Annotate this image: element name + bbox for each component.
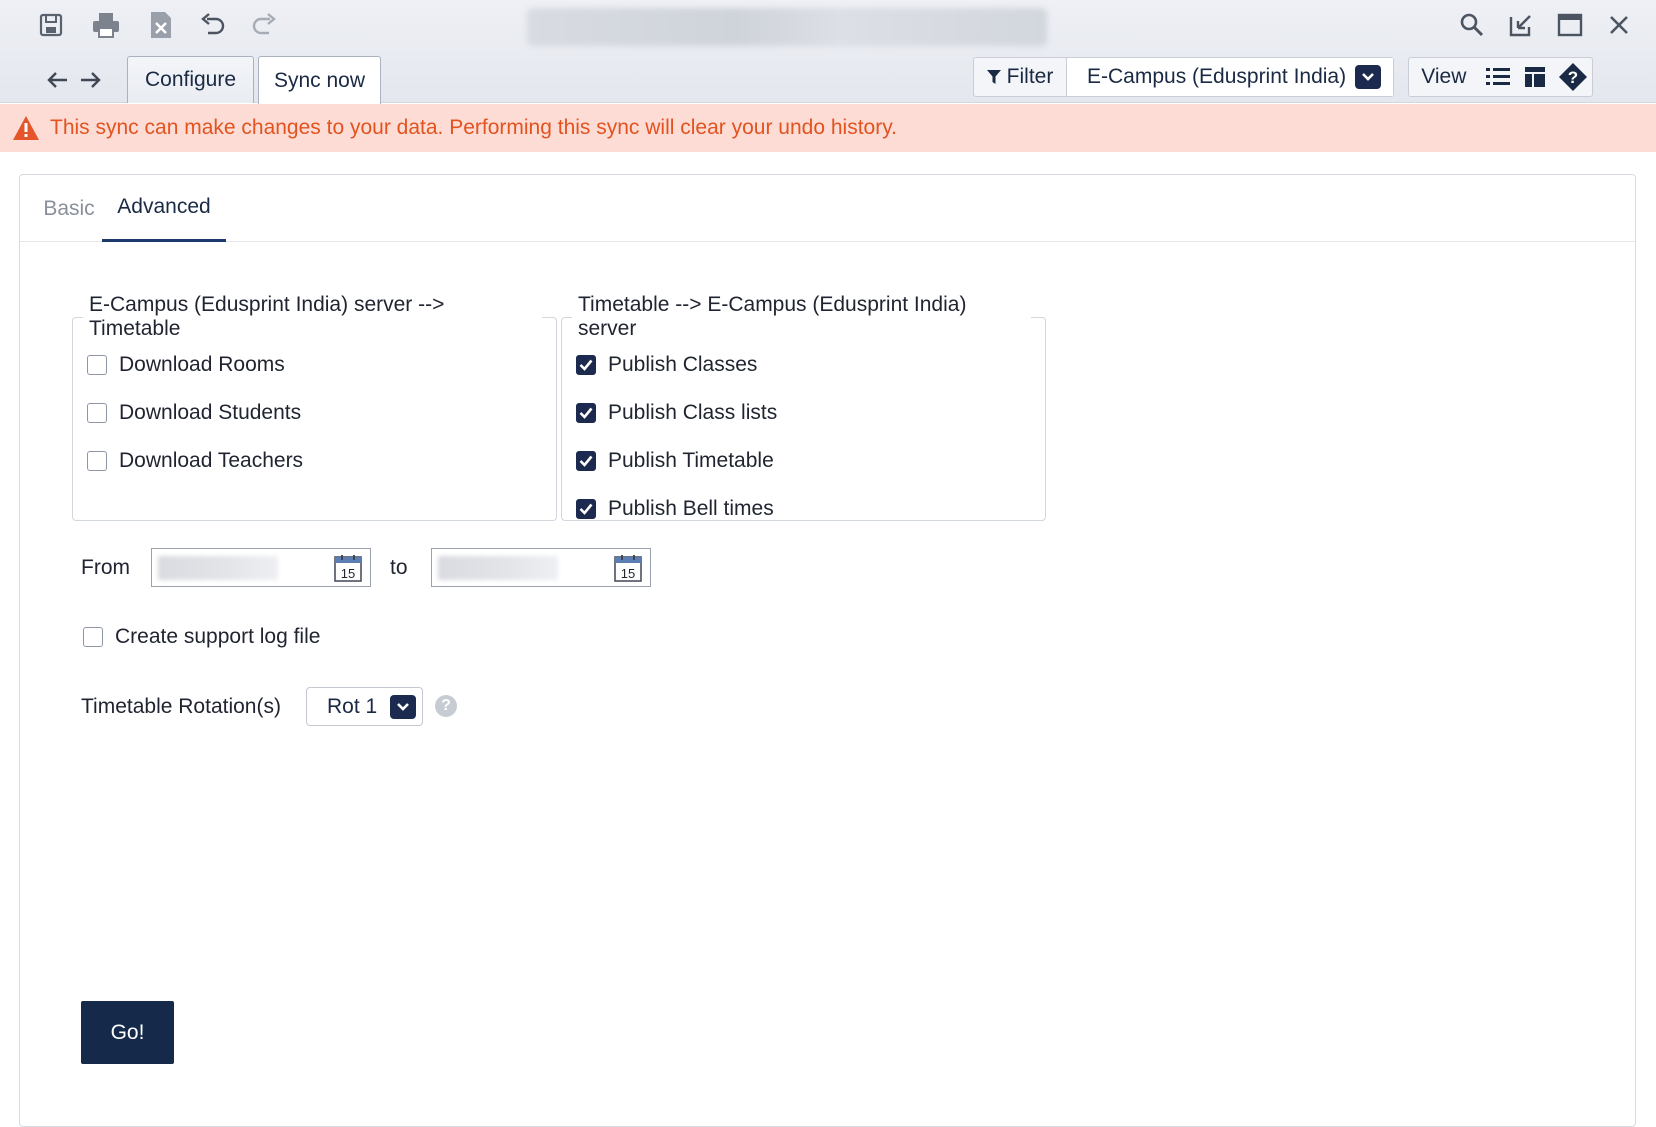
question-circle-icon[interactable]: ? (435, 695, 457, 717)
publish-class-lists-row[interactable]: Publish Class lists (576, 389, 1031, 437)
view-group: View ? (1408, 57, 1593, 97)
filter-button[interactable]: Filter (974, 58, 1067, 96)
layout-view-icon[interactable] (1516, 58, 1554, 96)
close-icon[interactable] (1599, 8, 1639, 42)
support-log-row[interactable]: Create support log file (83, 613, 320, 661)
publish-group: Timetable --> E-Campus (Edusprint India)… (561, 293, 1046, 521)
download-students-row[interactable]: Download Students (87, 389, 542, 437)
download-rooms-label: Download Rooms (119, 353, 285, 376)
undo-icon[interactable] (193, 8, 233, 42)
calendar-icon[interactable]: 15 (614, 554, 642, 582)
publish-class-lists-checkbox[interactable] (576, 403, 596, 423)
support-log-checkbox[interactable] (83, 627, 103, 647)
list-view-icon[interactable] (1479, 58, 1517, 96)
search-icon[interactable] (1452, 8, 1492, 42)
filter-group: Filter E-Campus (Edusprint India) (973, 57, 1394, 97)
download-group: E-Campus (Edusprint India) server --> Ti… (72, 293, 557, 521)
rotation-dropdown[interactable]: Rot 1 (306, 687, 423, 726)
help-icon[interactable]: ? (1554, 58, 1592, 96)
download-teachers-label: Download Teachers (119, 449, 304, 472)
calendar-day-text: 15 (621, 566, 635, 581)
calendar-icon[interactable]: 15 (334, 554, 362, 582)
from-label: From (81, 556, 130, 579)
tab-configure[interactable]: Configure (127, 56, 254, 103)
save-icon[interactable] (31, 8, 71, 42)
arrow-right-icon[interactable] (75, 66, 107, 94)
print-icon[interactable] (86, 8, 126, 42)
popout-icon[interactable] (1501, 8, 1541, 42)
publish-bell-times-label: Publish Bell times (608, 497, 774, 520)
svg-text:?: ? (1568, 68, 1578, 87)
app-toolbar: Configure Sync now Filter E-Campus (Edus… (0, 0, 1656, 104)
from-date-value (158, 556, 278, 580)
publish-timetable-checkbox[interactable] (576, 451, 596, 471)
publish-timetable-label: Publish Timetable (608, 449, 774, 472)
download-students-checkbox[interactable] (87, 403, 107, 423)
to-date-value (438, 556, 558, 580)
download-rooms-row[interactable]: Download Rooms (87, 341, 542, 389)
export-icon[interactable] (141, 8, 181, 42)
download-rooms-checkbox[interactable] (87, 355, 107, 375)
redo-icon[interactable] (244, 8, 284, 42)
publish-classes-label: Publish Classes (608, 353, 758, 376)
publish-timetable-row[interactable]: Publish Timetable (576, 437, 1031, 485)
publish-bell-times-row[interactable]: Publish Bell times (576, 485, 1031, 533)
publish-group-legend: Timetable --> E-Campus (Edusprint India)… (578, 293, 967, 340)
filter-dropdown[interactable]: E-Campus (Edusprint India) (1067, 58, 1393, 96)
filter-button-label: Filter (1006, 65, 1054, 88)
filter-icon (986, 70, 1001, 84)
go-button[interactable]: Go! (81, 1001, 174, 1064)
chevron-down-icon[interactable] (390, 694, 416, 719)
publish-bell-times-checkbox[interactable] (576, 499, 596, 519)
download-group-legend: E-Campus (Edusprint India) server --> Ti… (89, 293, 445, 340)
rotation-label: Timetable Rotation(s) (81, 695, 281, 718)
to-label: to (390, 556, 408, 579)
warning-icon (13, 116, 39, 140)
filter-selected-value: E-Campus (Edusprint India) (1087, 65, 1347, 88)
view-button[interactable]: View (1409, 65, 1479, 89)
chevron-down-icon[interactable] (1355, 65, 1381, 89)
download-students-label: Download Students (119, 401, 302, 424)
warning-banner: This sync can make changes to your data.… (0, 104, 1656, 152)
publish-class-lists-label: Publish Class lists (608, 401, 778, 424)
warning-text: This sync can make changes to your data.… (50, 116, 897, 139)
download-teachers-row[interactable]: Download Teachers (87, 437, 542, 485)
publish-classes-row[interactable]: Publish Classes (576, 341, 1031, 389)
to-date-input[interactable]: 15 (431, 548, 651, 587)
arrow-left-icon[interactable] (41, 66, 73, 94)
calendar-day-text: 15 (341, 566, 355, 581)
tab-sync-now[interactable]: Sync now (258, 56, 381, 104)
publish-classes-checkbox[interactable] (576, 355, 596, 375)
support-log-label: Create support log file (115, 625, 321, 648)
rotation-selected-value: Rot 1 (327, 694, 378, 718)
subtab-bar: Basic Advanced (20, 175, 1635, 242)
tab-advanced[interactable]: Advanced (102, 175, 226, 242)
download-teachers-checkbox[interactable] (87, 451, 107, 471)
window-title (527, 8, 1047, 46)
tab-basic[interactable]: Basic (34, 175, 104, 242)
from-date-input[interactable]: 15 (151, 548, 371, 587)
maximize-icon[interactable] (1550, 8, 1590, 42)
